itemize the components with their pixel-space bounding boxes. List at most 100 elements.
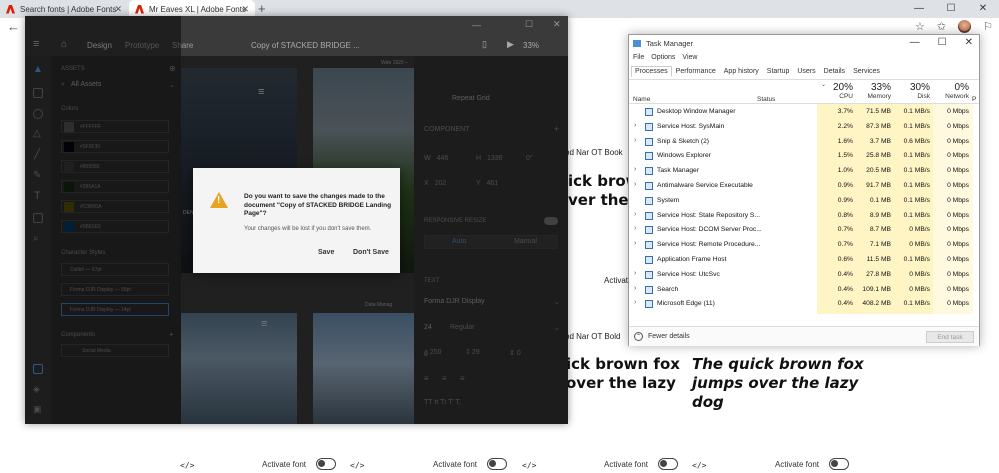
close-window-button[interactable]: ✕ [967,0,999,18]
activate-font-toggle[interactable] [316,458,337,470]
device-preview-icon[interactable]: ▯ [482,39,487,50]
process-disk: 0.1 MB/s [903,196,930,204]
feedback-icon[interactable]: ⚐ [983,20,993,33]
new-tab-button[interactable]: + [258,1,266,16]
activate-font-toggle[interactable] [658,458,679,470]
document-title[interactable]: Copy of STACKED BRIDGE ... [251,41,360,50]
warning-icon [210,192,228,208]
fewer-details-button[interactable]: ⌃ Fewer details [634,332,690,341]
embed-code-icon[interactable]: </> [180,461,194,470]
process-row[interactable]: Application Frame Host 0.6% 11.5 MB 0.1 MB/… [629,253,979,268]
maximize-button[interactable]: ☐ [525,19,533,30]
process-row[interactable]: › Service Host: Remote Procedure... 0.7% 7.… [629,238,979,253]
tab-details[interactable]: Details [820,66,849,77]
column-status[interactable]: Status [757,96,775,103]
expand-chevron-icon[interactable]: › [634,285,636,292]
process-icon [645,241,653,250]
save-button[interactable]: Save [318,249,334,256]
embed-code-icon[interactable]: </> [522,461,536,470]
process-memory: 408.2 MB [862,300,891,308]
process-memory: 3.7 MB [869,137,891,145]
close-window-button[interactable]: ✕ [553,19,561,30]
process-memory: 25.8 MB [866,152,891,160]
menu-view[interactable]: View [682,54,697,61]
close-tab-icon[interactable]: ✕ [241,4,249,15]
task-manager-tabs: Processes Performance App history Startu… [631,66,884,77]
process-row[interactable]: › Search 0.4% 109.1 MB 0 MB/s 0 Mbps [629,283,979,298]
process-disk: 0.1 MB/s [903,167,930,175]
tab-users[interactable]: Users [793,66,819,77]
task-manager-window-controls: — ☐ ✕ [910,37,973,48]
column-power[interactable]: P [972,96,976,103]
embed-code-icon[interactable]: </> [350,461,364,470]
back-arrow-icon[interactable]: ← [7,19,20,34]
expand-chevron-icon[interactable]: › [634,122,636,129]
minimize-button[interactable]: — [910,37,920,48]
activate-font-label: Activate font [775,459,820,469]
menu-file[interactable]: File [633,54,644,61]
minimize-button[interactable]: — [903,0,935,18]
embed-code-icon[interactable]: </> [692,461,706,470]
memory-total: 33% [870,82,891,93]
expand-chevron-icon[interactable]: › [634,270,636,277]
fewer-details-label: Fewer details [648,333,690,340]
tab-processes[interactable]: Processes [631,66,672,77]
tab-startup[interactable]: Startup [763,66,794,77]
expand-chevron-icon[interactable]: › [634,181,636,188]
process-memory: 109.1 MB [862,285,891,293]
expand-chevron-icon[interactable]: › [634,166,636,173]
process-row[interactable]: System 0.9% 0.1 MB 0.1 MB/s 0 Mbps [629,194,979,209]
column-memory[interactable]: 33% Memory [855,82,891,100]
process-network: 0 Mbps [947,137,969,145]
process-icon [645,108,653,116]
save-changes-dialog: Do you want to save the changes made to … [193,168,400,273]
tab-title: Mr Eaves XL | Adobe Fonts [149,4,246,14]
play-icon[interactable]: ▶ [507,39,514,50]
maximize-button[interactable]: ☐ [935,0,967,18]
network-total: 0% [954,82,969,93]
expand-chevron-icon[interactable]: › [634,137,636,144]
activate-font-toggle[interactable] [829,458,850,470]
process-name: Service Host: State Repository S... [657,211,760,219]
dont-save-button[interactable]: Don't Save [353,249,389,256]
process-icon [645,285,653,294]
process-icon [645,182,653,190]
left-dim-overlay [25,16,181,424]
expand-chevron-icon[interactable]: › [634,225,636,232]
close-tab-icon[interactable]: ✕ [114,4,122,15]
process-row[interactable]: › Service Host: DCOM Server Proc... 0.7% 8.… [629,223,979,238]
font-name-label: od Nar OT Bold [565,332,621,341]
process-row[interactable]: › Service Host: State Repository S... 0.8%… [629,209,979,224]
process-memory: 87.3 MB [866,122,891,130]
end-task-button[interactable]: End task [926,331,974,343]
minimize-button[interactable]: — [472,20,481,30]
process-row[interactable]: › Service Host: UtcSvc 0.4% 27.8 MB 0 MB/s 0 … [629,268,979,283]
column-network[interactable]: 0% Network [931,82,969,100]
maximize-button[interactable]: ☐ [938,37,947,48]
process-row[interactable]: › Service Host: SysMain 2.2% 87.3 MB 0.1 MB/… [629,120,979,135]
tab-app-history[interactable]: App history [720,66,763,77]
tab-services[interactable]: Services [849,66,884,77]
activate-font-toggle[interactable] [487,458,508,470]
tab-performance[interactable]: Performance [672,66,720,77]
zoom-level[interactable]: 33% [523,41,539,50]
process-row[interactable]: › Antimalware Service Executable 0.9% 91.7 … [629,179,979,194]
collections-icon[interactable]: ✩ [937,20,946,33]
favorite-star-icon[interactable]: ☆ [915,20,925,33]
expand-chevron-icon[interactable]: › [634,299,636,306]
process-name: Service Host: DCOM Server Proc... [657,226,762,234]
column-name[interactable]: Name [633,96,650,103]
disk-total: 30% [909,82,930,93]
expand-chevron-icon[interactable]: › [634,211,636,218]
column-disk[interactable]: 30% Disk [893,82,930,100]
process-row[interactable]: › Microsoft Edge (11) 0.4% 408.2 MB 0.1 MB/s… [629,297,979,312]
menu-options[interactable]: Options [651,54,675,61]
profile-avatar[interactable] [958,20,972,33]
process-row[interactable]: › Snip & Sketch (2) 1.6% 3.7 MB 0.6 MB/s 0 Mb… [629,135,979,150]
column-cpu[interactable]: 20% CPU [819,82,853,100]
process-row[interactable]: Desktop Window Manager 3.7% 71.5 MB 0.1 MB/… [629,105,979,120]
expand-chevron-icon[interactable]: › [634,240,636,247]
close-window-button[interactable]: ✕ [965,37,973,48]
process-row[interactable]: Windows Explorer 1.5% 25.8 MB 0.1 MB/s 0 Mbp… [629,149,979,164]
process-row[interactable]: › Task Manager 1.0% 20.5 MB 0.1 MB/s 0 Mbps [629,164,979,179]
